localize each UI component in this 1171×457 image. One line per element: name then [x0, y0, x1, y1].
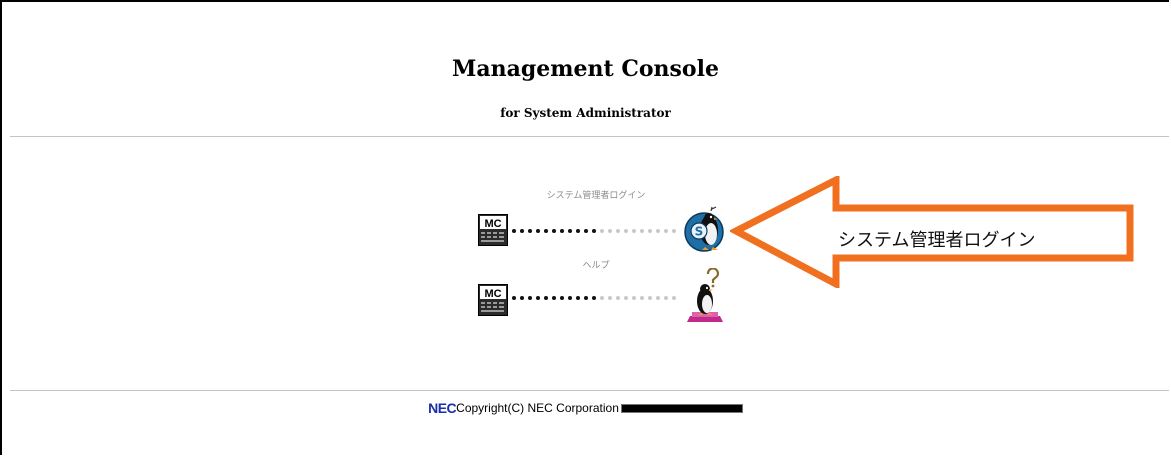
footer-divider: [10, 390, 1169, 391]
penguin-help-icon[interactable]: [686, 268, 726, 326]
copyright-text: Copyright(C) NEC Corporation: [456, 401, 619, 415]
system-admin-login-label[interactable]: システム管理者ログイン: [496, 188, 696, 201]
mc-console-icon[interactable]: MC: [478, 214, 508, 246]
svg-text:MC: MC: [484, 288, 501, 300]
footer: NECCopyright(C) NEC Corporation: [0, 400, 1171, 416]
svg-text:S: S: [695, 225, 704, 239]
redacted-bar: [620, 403, 743, 413]
page-subtitle: for System Administrator: [500, 106, 671, 120]
callout-text: システム管理者ログイン: [838, 230, 1036, 251]
penguin-s-icon[interactable]: S: [684, 205, 728, 253]
help-label[interactable]: ヘルプ: [496, 258, 696, 271]
page-title: Management Console: [452, 56, 719, 82]
mc-console-icon[interactable]: MC: [478, 284, 508, 316]
header-divider: [10, 136, 1169, 137]
connector-dots: [512, 229, 682, 235]
svg-text:MC: MC: [484, 218, 501, 230]
connector-dots: [512, 296, 682, 302]
nec-logo: NEC: [428, 400, 457, 416]
